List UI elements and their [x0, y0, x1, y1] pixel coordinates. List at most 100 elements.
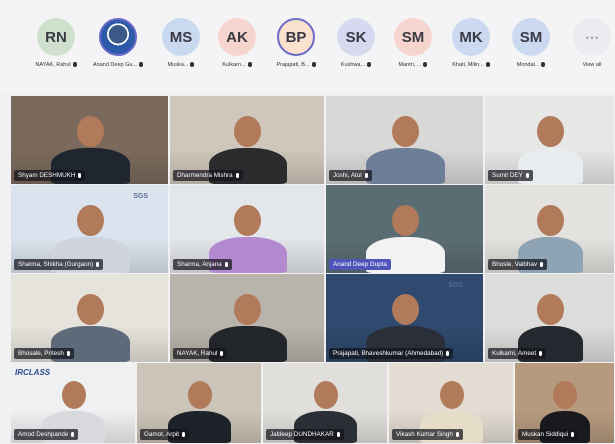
participant-avatar-1[interactable]: Anand Deep Gu... [87, 18, 149, 68]
participant-name: Khati, Milin... [440, 62, 502, 68]
avatar-initials: MK [452, 18, 490, 56]
mic-icon [78, 172, 82, 178]
mic-icon [311, 62, 316, 68]
mic-icon [235, 172, 239, 178]
participant-head [439, 381, 464, 409]
participant-head [391, 116, 419, 147]
video-tile[interactable]: Anand Deep Gupta [326, 185, 483, 273]
video-tile[interactable]: Gamot, Arpit [137, 363, 261, 443]
participant-avatar-8[interactable]: SM Mondal... [500, 18, 562, 68]
avatar-photo [99, 18, 137, 56]
mic-icon [247, 62, 252, 68]
mic-icon [455, 431, 459, 437]
participant-name: View all [582, 62, 602, 68]
video-tile[interactable]: Dharmendra Mishra [170, 96, 324, 184]
video-tile[interactable]: Vikash Kumar Singh [389, 363, 513, 443]
participant-head [76, 205, 104, 236]
participant-name: Prajapati, B... [265, 62, 327, 68]
mic-icon [66, 350, 70, 356]
avatar-initials: SM [394, 18, 432, 56]
mic-icon [72, 62, 77, 68]
mic-icon [423, 62, 428, 68]
participant-head [313, 381, 338, 409]
mic-icon [540, 261, 544, 267]
participant-avatar-3[interactable]: AK Kulkarn... [206, 18, 268, 68]
participant-name-label: Vikash Kumar Singh [392, 429, 463, 440]
avatar-initials: RN [37, 18, 75, 56]
participant-avatar-4[interactable]: BP Prajapati, B... [265, 18, 327, 68]
mic-icon [190, 62, 195, 68]
more-icon: ⋯ [573, 18, 611, 56]
mic-icon [182, 431, 185, 437]
participant-name-label: Shyam DESHMUKH [14, 170, 86, 181]
mic-icon [96, 261, 100, 267]
mic-icon [571, 431, 575, 437]
participant-body [365, 148, 445, 184]
irclass-logo: IRCLASS [15, 368, 51, 377]
participant-avatar-0[interactable]: RN NAYAK, Rahul [25, 18, 87, 68]
mic-icon [139, 62, 144, 68]
mic-icon [539, 350, 543, 356]
video-tile[interactable]: Bhosale, Pritesh [11, 274, 168, 362]
sgs-logo: SGS [448, 282, 463, 289]
participant-name: NAYAK, Rahul [25, 62, 87, 68]
participant-head [553, 381, 577, 409]
video-tile[interactable]: Sumit DEY [485, 96, 614, 184]
participant-name: Anand Deep Gu... [87, 62, 149, 68]
avatar-initials: SM [512, 18, 550, 56]
participant-head [536, 294, 564, 325]
mic-icon [336, 431, 340, 437]
video-tile[interactable]: Muskan Siddiqui [515, 363, 614, 443]
participant-head [187, 381, 212, 409]
view-all-button[interactable]: ⋯ View all [561, 18, 615, 68]
video-tile[interactable]: Kulkarni, Ameet [485, 274, 614, 362]
mic-icon [367, 62, 372, 68]
participant-name-label: Sumit DEY [488, 170, 533, 181]
video-tile[interactable]: NAYAK, Rahul [170, 274, 324, 362]
mic-icon [446, 350, 450, 356]
video-tile[interactable]: SGS Prajapati, Bhaveshkumar (Ahmedabad) [326, 274, 483, 362]
participant-name-label: Jaldeep DUNDHAKAR [266, 429, 344, 440]
participant-name: Kushwa... [325, 62, 387, 68]
participant-name-label: Anand Deep Gupta [329, 259, 391, 270]
participant-name: Kulkarn... [206, 62, 268, 68]
participant-name-label: Amod Deshpande [14, 429, 79, 440]
mic-icon [71, 431, 75, 437]
participant-head [234, 294, 261, 325]
video-tile[interactable]: IRCLASS Amod Deshpande [11, 363, 135, 443]
participant-name-label: Gamot, Arpit [140, 429, 189, 440]
mic-icon [364, 172, 368, 178]
participant-name-label: Sharma, Anjana [173, 259, 232, 270]
participant-head [234, 205, 261, 236]
mic-icon [541, 62, 546, 68]
avatar-initials: AK [218, 18, 256, 56]
participant-head [391, 294, 419, 325]
participant-name-label: Sharma, Shikha (Gurgaon) [14, 259, 104, 270]
video-tile[interactable]: Jaldeep DUNDHAKAR [263, 363, 387, 443]
participant-head [234, 116, 261, 147]
participant-avatar-5[interactable]: SK Kushwa... [325, 18, 387, 68]
participant-head [76, 294, 104, 325]
video-tile[interactable]: SGS Sharma, Shikha (Gurgaon) [11, 185, 168, 273]
mic-icon [224, 261, 228, 267]
participant-avatar-6[interactable]: SM Mantri, ... [382, 18, 444, 68]
avatar-initials: MS [162, 18, 200, 56]
video-tile[interactable]: Sharma, Anjana [170, 185, 324, 273]
participant-name-label: Prajapati, Bhaveshkumar (Ahmedabad) [329, 348, 454, 359]
participant-name-label: Joshi, Atul [329, 170, 372, 181]
participant-name-label: Bhosale, Pritesh [14, 348, 74, 359]
participant-name: Muska... [150, 62, 212, 68]
participant-avatar-2[interactable]: MS Muska... [150, 18, 212, 68]
participant-name-label: NAYAK, Rahul [173, 348, 228, 359]
participant-name: Mondal... [500, 62, 562, 68]
participant-head [536, 116, 564, 147]
video-tile[interactable]: Joshi, Atul [326, 96, 483, 184]
video-tile[interactable]: Bhosle, Vaibhav [485, 185, 614, 273]
video-tile[interactable]: Shyam DESHMUKH [11, 96, 168, 184]
participant-head [76, 116, 104, 147]
participant-name-label: Bhosle, Vaibhav [488, 259, 548, 270]
avatar-initials: SK [337, 18, 375, 56]
sgs-logo: SGS [133, 193, 148, 200]
participant-head [391, 205, 419, 236]
participant-avatar-7[interactable]: MK Khati, Milin... [440, 18, 502, 68]
